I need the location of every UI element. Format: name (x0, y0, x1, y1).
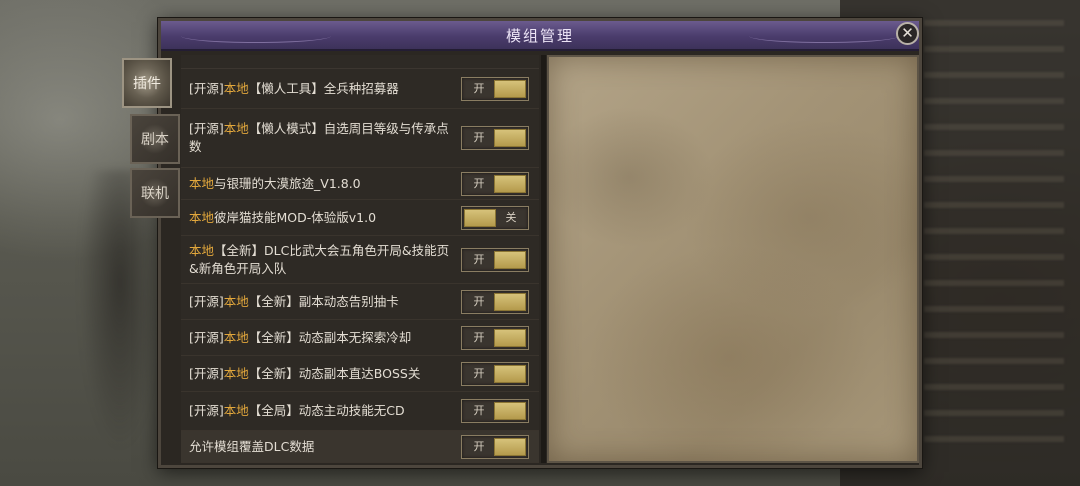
title-flourish-left (181, 29, 331, 43)
window-title: 模组管理 (505, 27, 574, 45)
mod-title: 【全新】DLC比武大会五角色开局&技能页&新角色开局入队 (189, 242, 450, 276)
local-tag: 本地 (223, 80, 249, 96)
toggle-knob (464, 208, 496, 227)
tab-scripts[interactable]: 剧本 (130, 114, 180, 164)
mod-title: 【全新】副本动态告别抽卡 (248, 293, 399, 309)
open-source-tag: [开源] (189, 293, 224, 309)
mod-title: 【懒人工具】全兵种招募器 (248, 80, 399, 96)
mod-toggle[interactable]: 开 (461, 76, 529, 101)
open-source-tag: [开源] (189, 365, 224, 381)
dlc-override-toggle[interactable]: 开 (461, 434, 529, 459)
toggle-knob (494, 292, 526, 311)
local-tag: 本地 (223, 365, 249, 381)
local-tag: 本地 (223, 121, 249, 136)
mod-name: 本地彼岸猫技能MOD-体验版v1.0 (189, 209, 451, 227)
mod-title: 彼岸猫技能MOD-体验版v1.0 (214, 209, 377, 225)
list-item[interactable]: [开源]本地【全新】副本动态告别抽卡 开 (181, 284, 539, 320)
mod-manager-window: 模组管理 [开源]本地【懒人工具】全兵种招募器开 [开源]本地【懒人模式】自选周目… (158, 18, 922, 468)
mod-toggle[interactable]: 开 (461, 361, 529, 386)
list-item[interactable]: [开源]本地【全新】动态副本无探索冷却 开 (181, 320, 539, 356)
toggle-knob (494, 402, 526, 420)
toggle-text: 开 (473, 330, 485, 344)
toggle-text: 关 (505, 210, 517, 224)
mod-name: 本地【全新】DLC比武大会五角色开局&技能页&新角色开局入队 (189, 242, 451, 278)
mod-toggle[interactable]: 开 (461, 325, 529, 350)
background-text-lines (924, 20, 1064, 460)
toggle-knob (494, 129, 526, 147)
mod-name: [开源]本地【全局】动态主动技能无CD (189, 402, 451, 420)
mod-list[interactable]: [开源]本地【懒人工具】全兵种招募器开 [开源]本地【懒人模式】自选周目等级与传承… (181, 55, 539, 463)
tab-label: 插件 (133, 76, 161, 92)
tab-plugins[interactable]: 插件 (122, 58, 172, 108)
mod-title: 【全局】动态主动技能无CD (248, 403, 405, 418)
mod-toggle[interactable]: 开 (461, 247, 529, 272)
list-item-dlc-override[interactable]: 允许模组覆盖DLC数据 开 (181, 431, 539, 463)
mod-name: [开源]本地【懒人模式】自选周目等级与传承点数 (189, 120, 451, 156)
list-item[interactable]: [开源]本地【懒人工具】全兵种招募器 开 (181, 69, 539, 109)
title-bar: 模组管理 (161, 21, 919, 51)
title-flourish-right (749, 29, 899, 43)
toggle-knob (494, 328, 526, 347)
open-source-tag: [开源] (189, 121, 224, 136)
dlc-override-label: 允许模组覆盖DLC数据 (189, 438, 315, 454)
tab-label: 联机 (141, 186, 169, 202)
local-tag: 本地 (189, 242, 215, 258)
mod-name: [开源]本地【全新】副本动态告别抽卡 (189, 293, 451, 311)
mod-toggle[interactable]: 开 (461, 171, 529, 196)
tab-label: 剧本 (141, 132, 169, 148)
toggle-knob (494, 79, 526, 98)
tab-online[interactable]: 联机 (130, 168, 180, 218)
toggle-text: 开 (473, 81, 485, 95)
toggle-knob (494, 364, 526, 383)
mod-toggle[interactable]: 关 (461, 205, 529, 230)
mod-title: 【全新】动态副本无探索冷却 (248, 329, 412, 345)
toggle-text: 开 (473, 252, 485, 266)
open-source-tag: [开源] (189, 329, 224, 345)
list-item[interactable]: [开源]本地【懒人模式】自选周目等级与传承点数 开 (181, 109, 539, 168)
mod-name: [开源]本地【懒人工具】全兵种招募器 (189, 80, 451, 98)
list-scrollbar[interactable] (541, 55, 546, 463)
list-item-partial (181, 55, 539, 69)
mod-name: [开源]本地【全新】动态副本直达BOSS关 (189, 365, 451, 383)
toggle-text: 开 (473, 366, 485, 380)
list-item[interactable]: [开源]本地【全局】动态主动技能无CD 开 (181, 392, 539, 431)
mod-toggle[interactable]: 开 (461, 289, 529, 314)
local-tag: 本地 (223, 403, 249, 418)
list-item[interactable]: 本地彼岸猫技能MOD-体验版v1.0 关 (181, 200, 539, 236)
local-tag: 本地 (189, 209, 215, 225)
list-item[interactable]: 本地与银珊的大漠旅途_V1.8.0 开 (181, 168, 539, 200)
toggle-text: 开 (473, 176, 485, 190)
open-source-tag: [开源] (189, 403, 224, 418)
close-icon: ✕ (901, 24, 914, 42)
local-tag: 本地 (223, 293, 249, 309)
mod-toggle[interactable]: 开 (461, 399, 529, 423)
toggle-text: 开 (473, 404, 485, 417)
mod-title: 与银珊的大漠旅途_V1.8.0 (214, 175, 361, 191)
toggle-knob (494, 174, 526, 193)
local-tag: 本地 (223, 329, 249, 345)
toggle-text: 开 (473, 131, 485, 144)
open-source-tag: [开源] (189, 80, 224, 96)
toggle-text: 开 (473, 294, 485, 308)
list-item[interactable]: 本地【全新】DLC比武大会五角色开局&技能页&新角色开局入队 开 (181, 236, 539, 284)
list-item[interactable]: [开源]本地【全新】动态副本直达BOSS关 开 (181, 356, 539, 392)
toggle-text: 开 (473, 439, 485, 453)
close-button[interactable]: ✕ (896, 22, 919, 45)
mod-toggle[interactable]: 开 (461, 126, 529, 150)
mod-name: [开源]本地【全新】动态副本无探索冷却 (189, 329, 451, 347)
toggle-knob (494, 250, 526, 269)
toggle-knob (494, 437, 526, 456)
mod-title: 【全新】动态副本直达BOSS关 (248, 365, 421, 381)
local-tag: 本地 (189, 175, 215, 191)
mod-name: 本地与银珊的大漠旅途_V1.8.0 (189, 175, 451, 193)
mod-preview-image (547, 55, 919, 463)
